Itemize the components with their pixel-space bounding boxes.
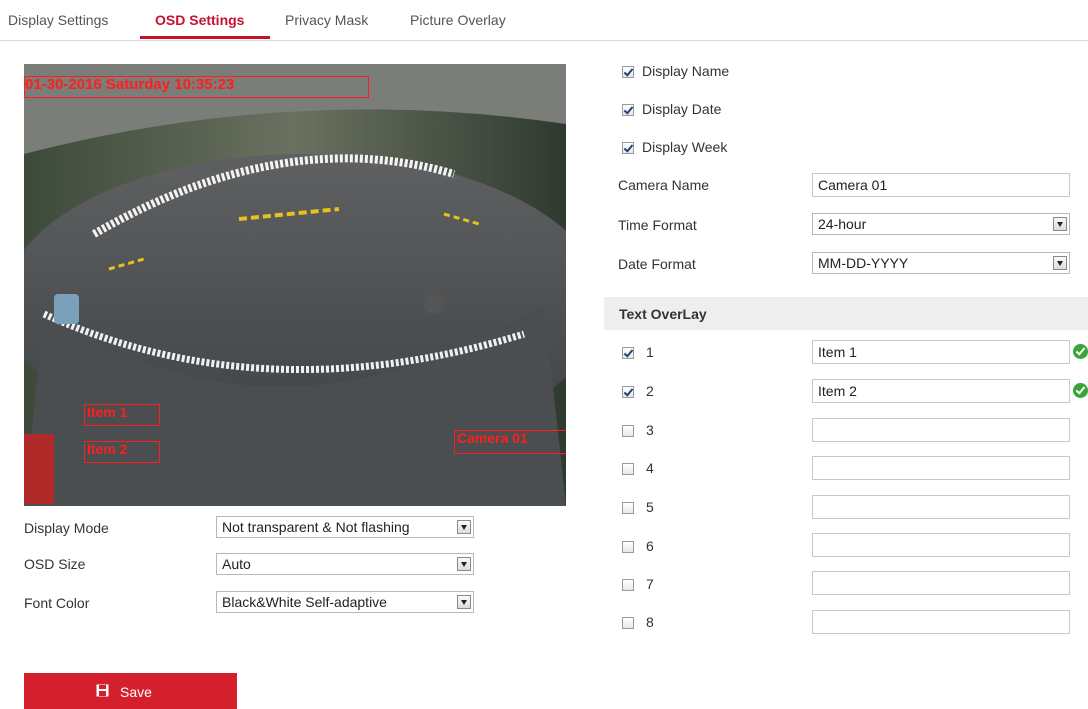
overlay-checkbox-5[interactable] — [622, 502, 634, 514]
save-button-label: Save — [120, 684, 152, 700]
overlay-checkbox-3[interactable] — [622, 425, 634, 437]
overlay-checkbox-4[interactable] — [622, 463, 634, 475]
overlay-input-5[interactable] — [812, 495, 1070, 519]
display-date-label: Display Date — [642, 101, 722, 117]
active-tab-indicator — [140, 36, 270, 39]
tab-bar: Display Settings OSD Settings Privacy Ma… — [0, 0, 1088, 41]
overlay-checkbox-2[interactable] — [622, 386, 634, 398]
osd-size-label: OSD Size — [24, 556, 86, 572]
time-format-label: Time Format — [618, 217, 697, 233]
overlay-input-7[interactable] — [812, 571, 1070, 595]
font-color-label: Font Color — [24, 595, 90, 611]
display-mode-select[interactable]: Not transparent & Not flashing — [216, 516, 474, 538]
time-format-value: 24-hour — [818, 216, 867, 232]
text-overlay-title: Text OverLay — [619, 306, 707, 322]
overlay-input-4[interactable] — [812, 456, 1070, 480]
display-name-label: Display Name — [642, 63, 730, 79]
overlay-input-3[interactable] — [812, 418, 1070, 442]
overlay-number-6: 6 — [646, 538, 654, 554]
overlay-number-1: 1 — [646, 344, 654, 360]
tab-display-settings[interactable]: Display Settings — [8, 12, 108, 28]
overlay-input-1[interactable]: Item 1 — [812, 340, 1070, 364]
osd-item-1[interactable]: Item 1 — [84, 404, 160, 426]
font-color-select[interactable]: Black&White Self-adaptive — [216, 591, 474, 613]
overlay-checkbox-8[interactable] — [622, 617, 634, 629]
display-week-checkbox[interactable] — [622, 142, 634, 154]
overlay-checkbox-1[interactable] — [622, 347, 634, 359]
tab-privacy-mask[interactable]: Privacy Mask — [285, 12, 368, 28]
date-format-value: MM-DD-YYYY — [818, 255, 909, 271]
display-mode-label: Display Mode — [24, 520, 109, 536]
chevron-down-icon — [1053, 217, 1067, 231]
osd-camera-name[interactable]: Camera 01 — [454, 430, 566, 454]
chevron-down-icon — [457, 520, 471, 534]
osd-size-value: Auto — [222, 556, 251, 572]
display-name-checkbox[interactable] — [622, 66, 634, 78]
date-format-label: Date Format — [618, 256, 696, 272]
overlay-number-3: 3 — [646, 422, 654, 438]
overlay-input-6[interactable] — [812, 533, 1070, 557]
overlay-number-7: 7 — [646, 576, 654, 592]
overlay-checkbox-6[interactable] — [622, 541, 634, 553]
text-overlay-header: Text OverLay — [604, 297, 1088, 330]
display-mode-value: Not transparent & Not flashing — [222, 519, 410, 535]
check-circle-icon — [1073, 344, 1088, 359]
overlay-number-8: 8 — [646, 614, 654, 630]
osd-datetime[interactable]: 01-30-2016 Saturday 10:35:23 — [24, 76, 369, 98]
osd-item-2[interactable]: Item 2 — [84, 441, 160, 463]
chevron-down-icon — [1053, 256, 1067, 270]
display-date-checkbox[interactable] — [622, 104, 634, 116]
overlay-input-2[interactable]: Item 2 — [812, 379, 1070, 403]
chevron-down-icon — [457, 557, 471, 571]
overlay-number-5: 5 — [646, 499, 654, 515]
date-format-select[interactable]: MM-DD-YYYY — [812, 252, 1070, 274]
tab-osd-settings[interactable]: OSD Settings — [155, 12, 244, 28]
floppy-disk-icon — [96, 684, 109, 697]
time-format-select[interactable]: 24-hour — [812, 213, 1070, 235]
overlay-number-2: 2 — [646, 383, 654, 399]
osd-size-select[interactable]: Auto — [216, 553, 474, 575]
overlay-input-8[interactable] — [812, 610, 1070, 634]
chevron-down-icon — [457, 595, 471, 609]
camera-name-input[interactable]: Camera 01 — [812, 173, 1070, 197]
display-week-label: Display Week — [642, 139, 728, 155]
live-preview: 01-30-2016 Saturday 10:35:23 Item 1 Item… — [24, 64, 566, 506]
overlay-number-4: 4 — [646, 460, 654, 476]
font-color-value: Black&White Self-adaptive — [222, 594, 387, 610]
camera-name-label: Camera Name — [618, 177, 710, 193]
overlay-checkbox-7[interactable] — [622, 579, 634, 591]
save-button[interactable]: Save — [24, 673, 237, 709]
tab-picture-overlay[interactable]: Picture Overlay — [410, 12, 506, 28]
check-circle-icon — [1073, 383, 1088, 398]
